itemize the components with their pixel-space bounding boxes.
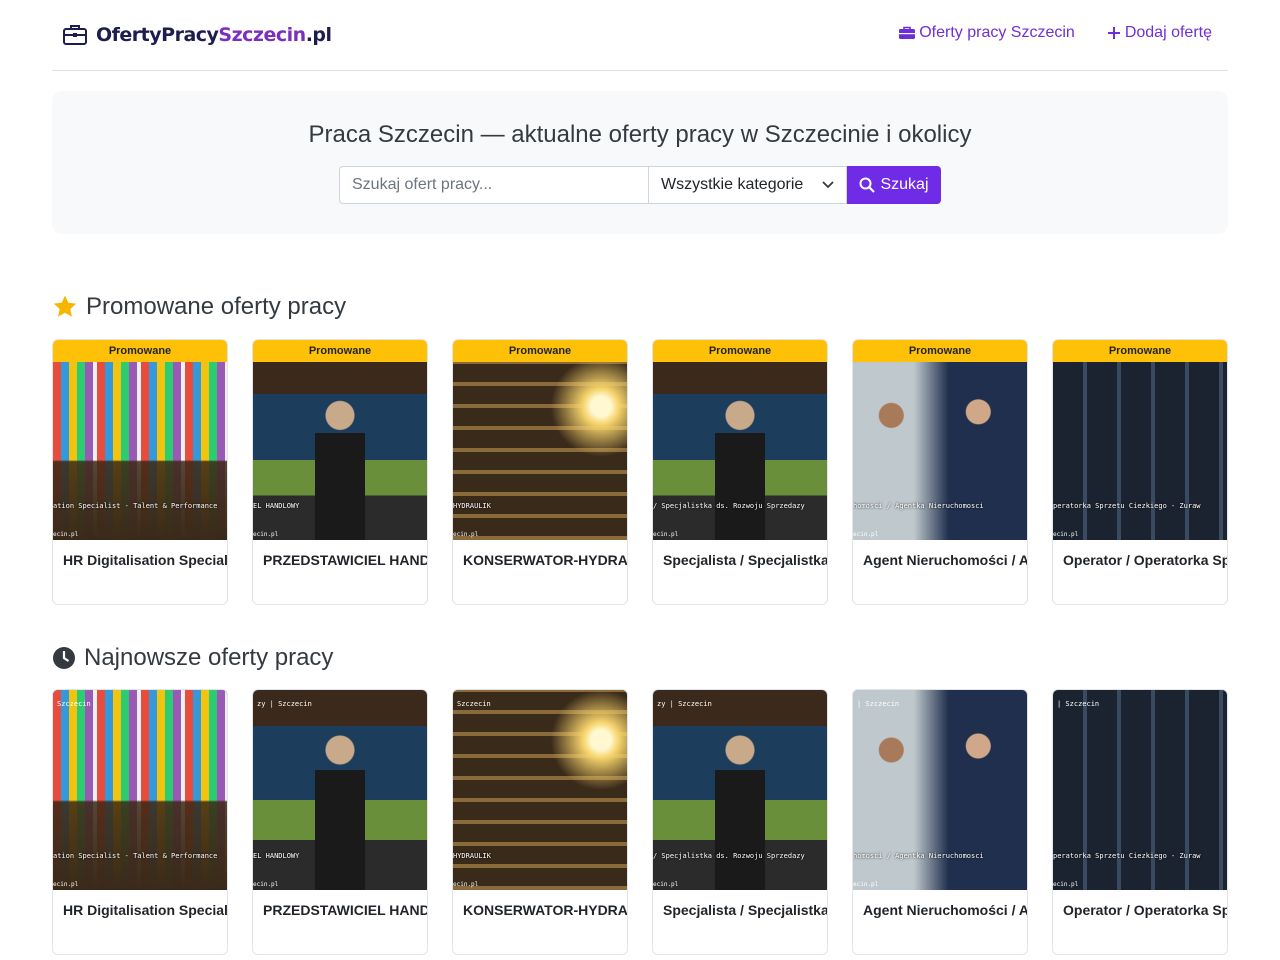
job-card[interactable]: Promowane homosci / Agentka Nieruchomosci… — [852, 339, 1028, 605]
job-title[interactable]: Operator / Operatorka Sprzętu Ciężkiego … — [1053, 890, 1227, 930]
job-image[interactable]: HYDRAULIK ecin.pl — [453, 362, 627, 540]
image-caption: HYDRAULIK — [453, 502, 491, 510]
job-title[interactable]: Specjalista / Specjalistka ds. Rozwoju S… — [653, 890, 827, 930]
promoted-section-title: Promowane oferty pracy — [52, 293, 346, 321]
job-card[interactable]: zy | Szczecin / Specjalistka ds. Rozwoju … — [652, 689, 828, 955]
image-caption: HYDRAULIK — [453, 852, 491, 860]
job-title[interactable]: KONSERWATOR-HYDRAULIK — [453, 890, 627, 930]
image-caption: ation Specialist - Talent & Performance — [53, 502, 218, 510]
image-caption: peratorka Sprzetu Ciezkiego - Zuraw — [1053, 502, 1201, 510]
job-title[interactable]: HR Digitalisation Specialist - Talent & … — [53, 540, 227, 580]
image-caption: ation Specialist - Talent & Performance — [53, 852, 218, 860]
promoted-badge: Promowane — [453, 340, 627, 362]
image-watermark: ecin.pl — [853, 531, 879, 538]
promoted-badge: Promowane — [853, 340, 1027, 362]
image-caption: peratorka Sprzetu Ciezkiego - Zuraw — [1053, 852, 1201, 860]
image-caption: / Specjalistka ds. Rozwoju Sprzedazy — [653, 852, 805, 860]
job-image[interactable]: zy | Szczecin / Specjalistka ds. Rozwoju … — [653, 690, 827, 890]
image-watermark: ecin.pl — [853, 881, 879, 888]
image-location-text: | Szczecin — [857, 700, 900, 708]
job-card[interactable]: | Szczecin homosci / Agentka Nieruchomosc… — [852, 689, 1028, 955]
job-image[interactable]: zy | Szczecin EL HANDLOWY ecin.pl — [253, 690, 427, 890]
hero-search-panel: Praca Szczecin — aktualne oferty pracy w… — [52, 91, 1228, 234]
job-title[interactable]: Agent Nieruchomości / Agentka Nieruchomo… — [853, 540, 1027, 580]
promoted-badge: Promowane — [53, 340, 227, 362]
image-location-text: Szczecin — [57, 700, 91, 708]
nav-job-offers[interactable]: Oferty pracy Szczecin — [899, 24, 1075, 42]
briefcase-logo-icon — [63, 25, 87, 45]
job-title[interactable]: PRZEDSTAWICIEL HANDLOWY — [253, 540, 427, 580]
job-card[interactable]: | Szczecin peratorka Sprzetu Ciezkiego - … — [1052, 689, 1228, 955]
latest-offers-list: Szczecin ation Specialist - Talent & Perf… — [52, 689, 1228, 955]
image-location-text: zy | Szczecin — [657, 700, 712, 708]
job-image[interactable]: ation Specialist - Talent & Performance e… — [53, 362, 227, 540]
job-card[interactable]: Szczecin ation Specialist - Talent & Perf… — [52, 689, 228, 955]
image-caption: EL HANDLOWY — [253, 502, 300, 510]
image-watermark: ecin.pl — [653, 881, 679, 888]
search-form: Szukaj ofert pracy... Wszystkie kategori… — [339, 166, 941, 204]
job-title[interactable]: Operator / Operatorka Sprzętu Ciężkiego … — [1053, 540, 1227, 580]
latest-section-title: Najnowsze oferty pracy — [52, 644, 333, 672]
site-logo[interactable]: OfertyPracySzczecin.pl — [62, 22, 332, 48]
chevron-down-icon — [822, 181, 834, 189]
job-title[interactable]: PRZEDSTAWICIEL HANDLOWY — [253, 890, 427, 930]
job-title[interactable]: Specjalista / Specjalistka ds. Rozwoju S… — [653, 540, 827, 580]
job-image[interactable]: Szczecin HYDRAULIK ecin.pl — [453, 690, 627, 890]
nav-add-offer[interactable]: Dodaj ofertę — [1107, 24, 1212, 42]
job-card[interactable]: Promowane ation Specialist - Talent & Per… — [52, 339, 228, 605]
promoted-badge: Promowane — [1053, 340, 1227, 362]
image-location-text: zy | Szczecin — [257, 700, 312, 708]
category-select[interactable]: Wszystkie kategorie — [648, 166, 847, 204]
main-nav: Oferty pracy Szczecin Dodaj ofertę — [899, 24, 1212, 42]
image-watermark: ecin.pl — [453, 881, 479, 888]
job-image[interactable]: | Szczecin peratorka Sprzetu Ciezkiego - … — [1053, 690, 1227, 890]
clock-icon — [53, 647, 75, 669]
job-title[interactable]: Agent Nieruchomości / Agentka Nieruchomo… — [853, 890, 1027, 930]
promoted-badge: Promowane — [653, 340, 827, 362]
site-header: OfertyPracySzczecin.pl Oferty pracy Szcz… — [52, 0, 1228, 71]
job-card[interactable]: Promowane / Specjalistka ds. Rozwoju Sprz… — [652, 339, 828, 605]
star-icon — [53, 295, 77, 317]
page-title: Praca Szczecin — aktualne oferty pracy w… — [308, 121, 972, 148]
image-watermark: ecin.pl — [1053, 881, 1079, 888]
job-image[interactable]: peratorka Sprzetu Ciezkiego - Zuraw ecin.… — [1053, 362, 1227, 540]
image-caption: homosci / Agentka Nieruchomosci — [853, 502, 984, 510]
search-button[interactable]: Szukaj — [847, 166, 941, 204]
job-card[interactable]: Promowane peratorka Sprzetu Ciezkiego - Z… — [1052, 339, 1228, 605]
image-watermark: ecin.pl — [53, 531, 79, 538]
image-watermark: ecin.pl — [653, 531, 679, 538]
job-title[interactable]: KONSERWATOR-HYDRAULIK — [453, 540, 627, 580]
image-location-text: Szczecin — [457, 700, 491, 708]
job-card[interactable]: Promowane EL HANDLOWY ecin.pl PRZEDSTAWICIE… — [252, 339, 428, 605]
image-location-text: | Szczecin — [1057, 700, 1100, 708]
promoted-badge: Promowane — [253, 340, 427, 362]
image-watermark: ecin.pl — [453, 531, 479, 538]
job-image[interactable]: | Szczecin homosci / Agentka Nieruchomosc… — [853, 690, 1027, 890]
image-watermark: ecin.pl — [53, 881, 79, 888]
image-caption: / Specjalistka ds. Rozwoju Sprzedazy — [653, 502, 805, 510]
briefcase-icon — [899, 26, 916, 39]
image-watermark: ecin.pl — [253, 881, 279, 888]
job-title[interactable]: HR Digitalisation Specialist - Talent & … — [53, 890, 227, 930]
job-image[interactable]: EL HANDLOWY ecin.pl — [253, 362, 427, 540]
job-image[interactable]: Szczecin ation Specialist - Talent & Perf… — [53, 690, 227, 890]
job-image[interactable]: / Specjalistka ds. Rozwoju Sprzedazy ecin… — [653, 362, 827, 540]
job-card[interactable]: Szczecin HYDRAULIK ecin.pl KONSERWATOR-HYDR… — [452, 689, 628, 955]
job-card[interactable]: Promowane HYDRAULIK ecin.pl KONSERWATOR-HYD… — [452, 339, 628, 605]
image-caption: homosci / Agentka Nieruchomosci — [853, 852, 984, 860]
image-watermark: ecin.pl — [1053, 531, 1079, 538]
image-caption: EL HANDLOWY — [253, 852, 300, 860]
logo-text: OfertyPracySzczecin.pl — [96, 24, 332, 46]
job-card[interactable]: zy | Szczecin EL HANDLOWY ecin.pl PRZEDSTAW… — [252, 689, 428, 955]
promoted-offers-list: Promowane ation Specialist - Talent & Per… — [52, 339, 1228, 605]
job-image[interactable]: homosci / Agentka Nieruchomosci ecin.pl — [853, 362, 1027, 540]
image-watermark: ecin.pl — [253, 531, 279, 538]
plus-icon — [1107, 27, 1120, 39]
search-input[interactable]: Szukaj ofert pracy... — [339, 166, 648, 204]
search-icon — [859, 177, 876, 193]
